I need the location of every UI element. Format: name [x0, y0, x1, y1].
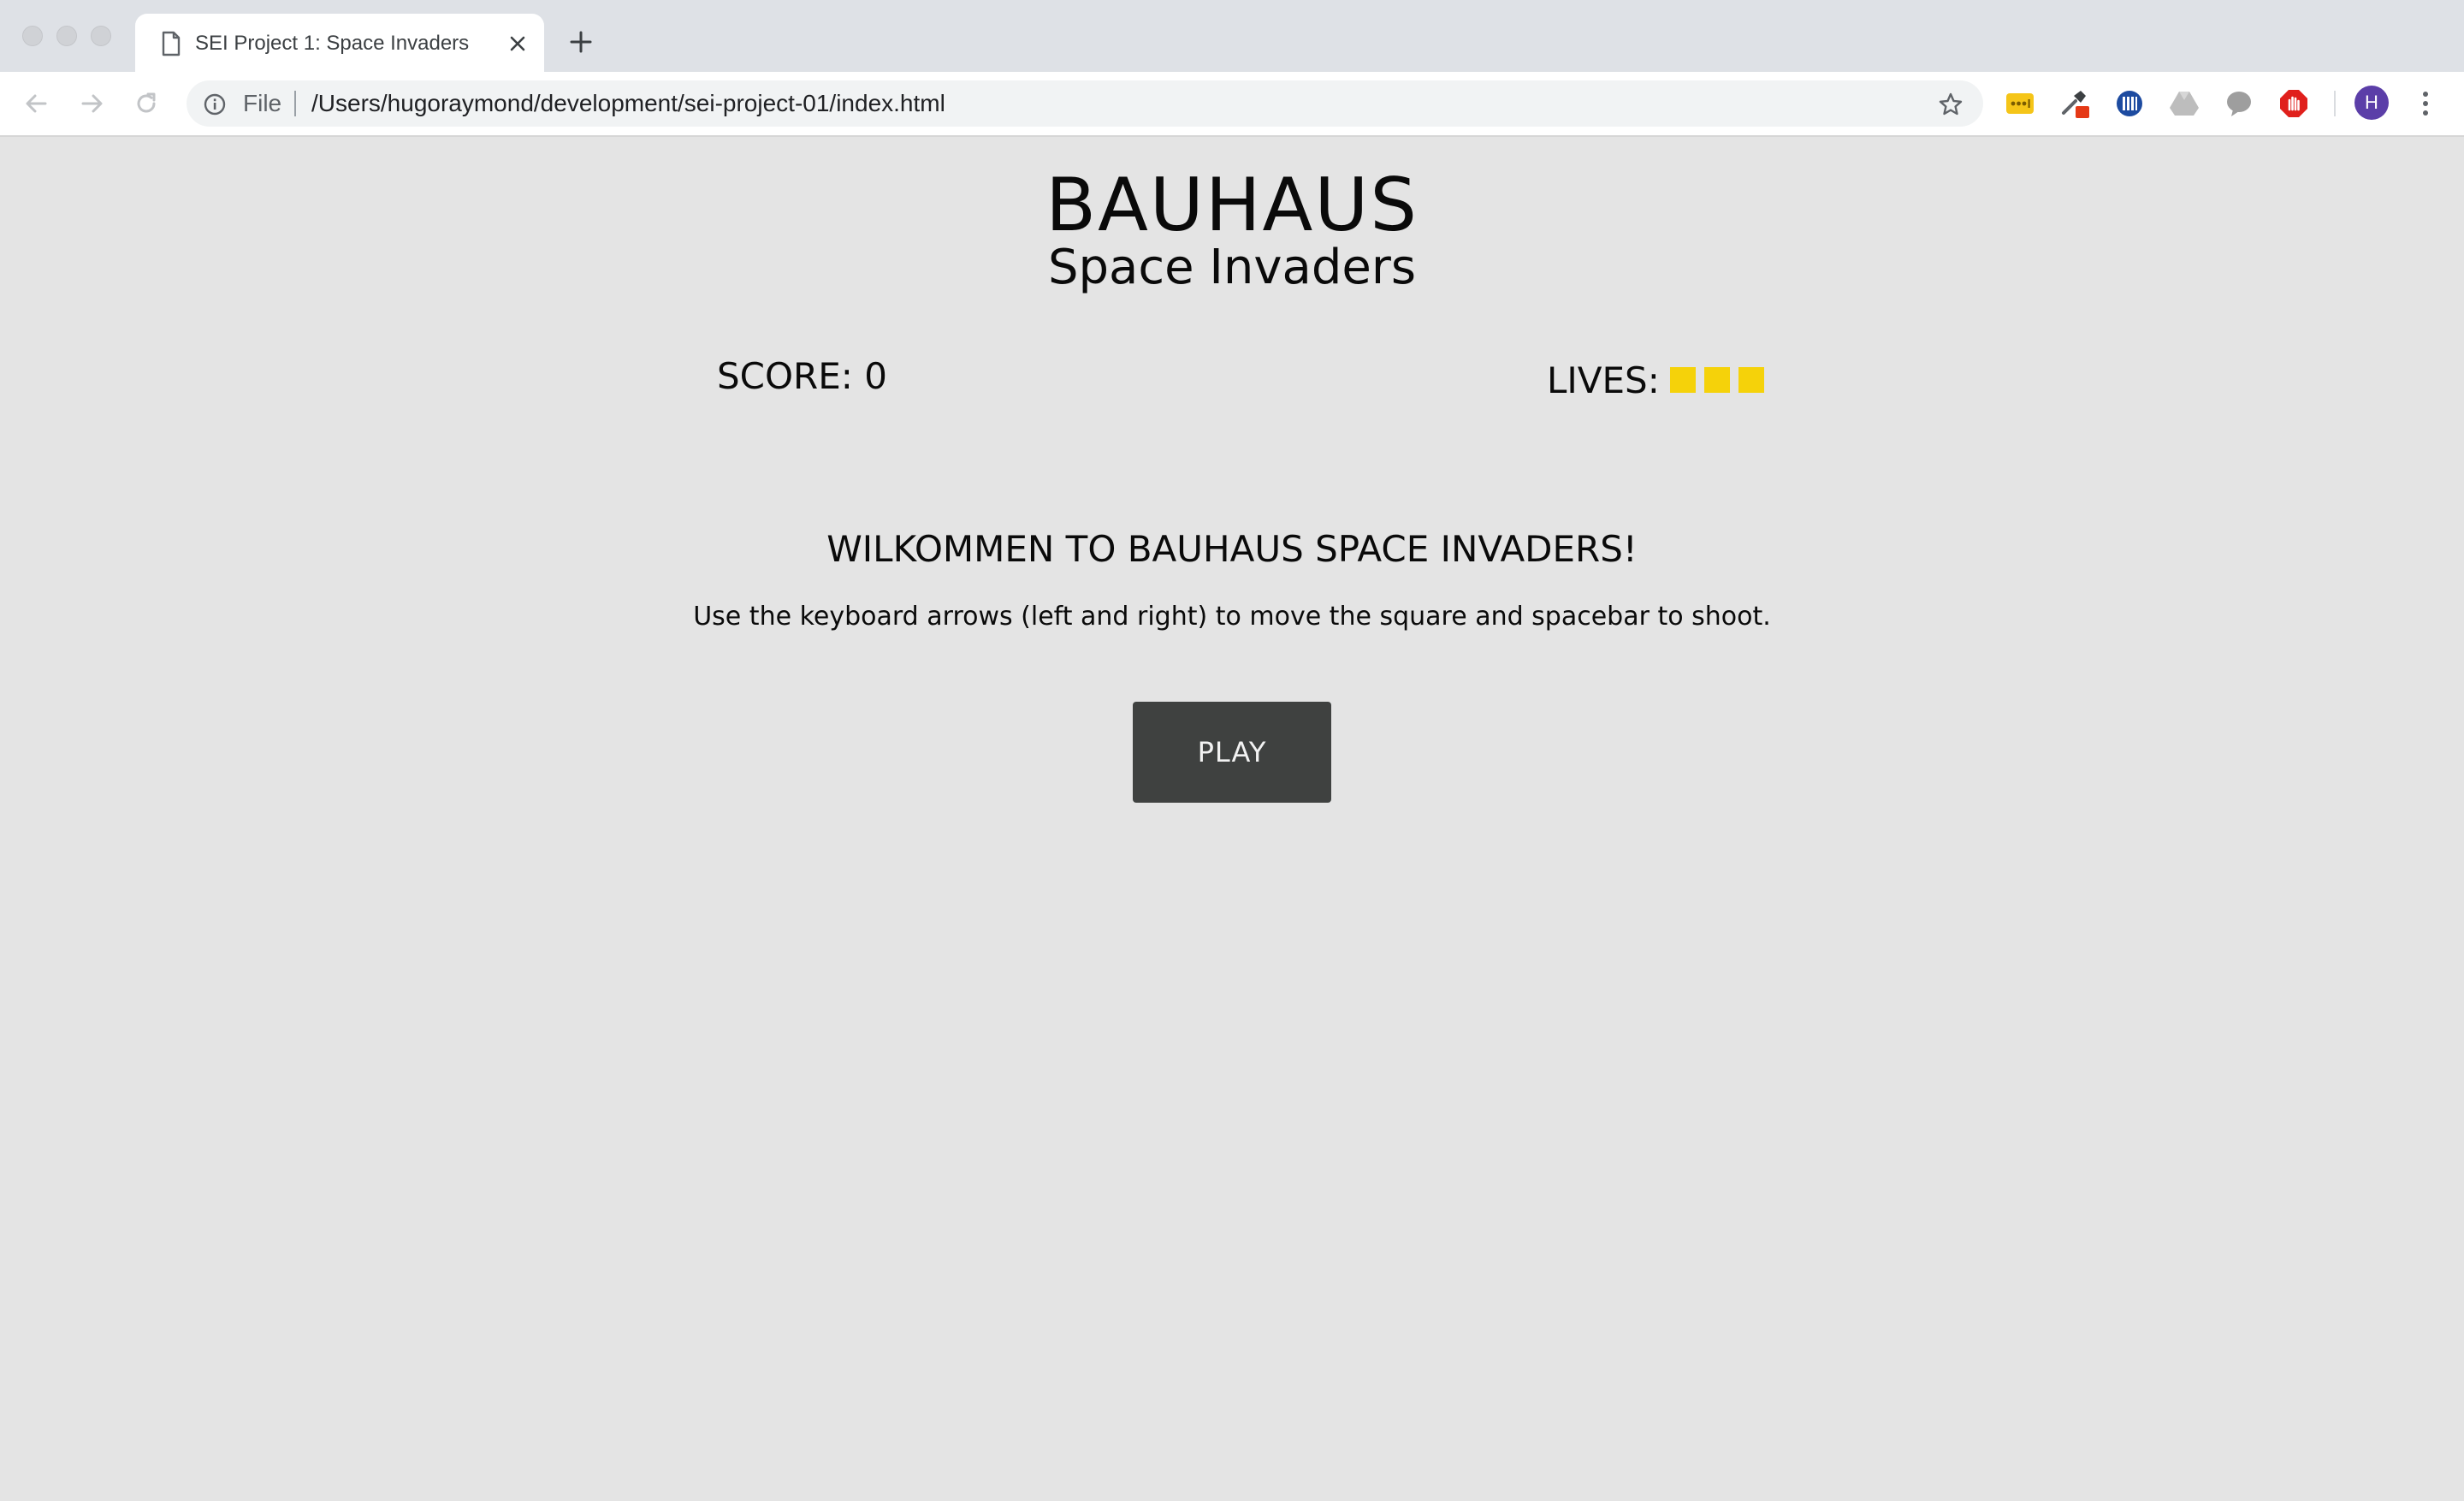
life-square — [1703, 367, 1730, 393]
back-button[interactable] — [19, 86, 55, 122]
tab-title: SEI Project 1: Space Invaders — [195, 32, 470, 55]
bars-icon[interactable] — [2113, 87, 2146, 120]
tab-strip: SEI Project 1: Space Invaders — [0, 0, 2464, 72]
page-content: BAUHAUS Space Invaders SCORE: 0 LIVES: W… — [0, 137, 2464, 1501]
close-icon — [510, 36, 525, 51]
life-square — [1738, 367, 1764, 393]
chat-bubble-icon[interactable] — [2223, 87, 2255, 120]
lives-indicator — [1661, 367, 1764, 393]
info-icon[interactable] — [202, 92, 228, 117]
tab-close-button[interactable] — [503, 29, 532, 58]
maximize-window-button[interactable] — [91, 26, 111, 46]
more-vert-icon — [2423, 92, 2428, 116]
game-title: BAUHAUS — [1045, 163, 1419, 248]
arrow-right-icon — [81, 94, 103, 113]
url-text[interactable]: /Users/hugoraymond/development/sei-proje… — [311, 80, 945, 127]
google-drive-icon[interactable] — [2168, 87, 2200, 120]
instructions-text: Use the keyboard arrows (left and right)… — [693, 602, 1771, 632]
new-tab-button[interactable] — [565, 26, 597, 58]
play-button[interactable]: PLAY — [1133, 702, 1331, 803]
arrow-left-icon — [26, 94, 47, 113]
eyedropper-icon[interactable] — [2058, 87, 2091, 120]
lives-label: LIVES: — [1547, 359, 1660, 401]
reload-button[interactable] — [128, 86, 164, 122]
score-display: SCORE: 0 — [717, 355, 887, 397]
document-icon — [162, 31, 181, 56]
game-subtitle: Space Invaders — [1047, 240, 1417, 295]
forward-button[interactable] — [74, 86, 110, 122]
url-scheme-label: File — [243, 90, 282, 116]
plus-icon — [570, 31, 592, 53]
browser-menu-button[interactable] — [2411, 86, 2440, 122]
adblock-icon[interactable] — [2277, 87, 2310, 120]
address-bar[interactable]: File /Users/hugoraymond/development/sei-… — [187, 80, 1983, 127]
browser-window: SEI Project 1: Space Invaders File /User… — [0, 0, 2464, 1501]
lives-display: LIVES: — [1547, 354, 1764, 406]
minimize-window-button[interactable] — [56, 26, 77, 46]
lastpass-icon[interactable] — [2004, 87, 2036, 120]
address-divider — [294, 91, 296, 116]
bookmark-star-icon[interactable] — [1937, 91, 1964, 118]
profile-avatar[interactable]: H — [2354, 86, 2389, 120]
welcome-heading: WILKOMMEN TO BAUHAUS SPACE INVADERS! — [826, 528, 1638, 570]
reload-icon — [137, 92, 156, 113]
tab-active[interactable]: SEI Project 1: Space Invaders — [135, 14, 544, 72]
browser-toolbar: File /Users/hugoraymond/development/sei-… — [0, 72, 2464, 137]
life-square — [1669, 367, 1696, 393]
close-window-button[interactable] — [22, 26, 43, 46]
toolbar-divider — [2334, 91, 2336, 116]
